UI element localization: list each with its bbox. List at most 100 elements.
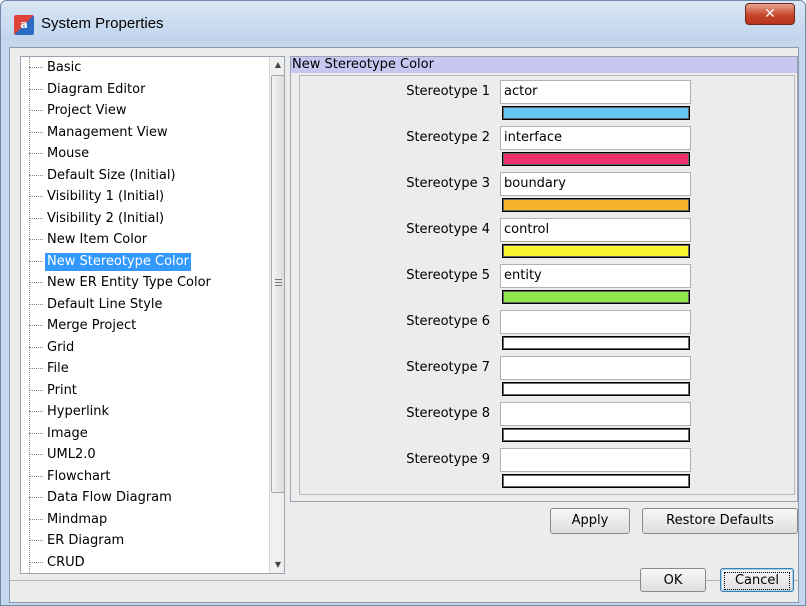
tree-item[interactable]: Management View — [21, 124, 267, 142]
stereotype-name-input[interactable]: entity — [500, 264, 691, 288]
tree-item[interactable]: ER Diagram — [21, 532, 267, 550]
tree-item[interactable]: Project View — [21, 102, 267, 120]
ok-button[interactable]: OK — [640, 568, 706, 592]
tree-connector — [29, 303, 43, 305]
scroll-grip-icon — [275, 279, 282, 286]
tree-connector — [29, 389, 43, 391]
tree-connector — [29, 260, 43, 262]
stereotype-color-swatch[interactable] — [502, 152, 690, 166]
tree-item[interactable]: Hyperlink — [21, 403, 267, 421]
tree-connector — [29, 174, 43, 176]
stereotype-label: Stereotype 3 — [406, 176, 490, 191]
stereotype-color-swatch[interactable] — [502, 198, 690, 212]
tree-item[interactable]: Mouse — [21, 145, 267, 163]
stereotype-color-panel: New Stereotype Color Stereotype 1 actor St… — [290, 56, 798, 502]
tree-connector — [29, 153, 43, 154]
tree-item[interactable]: Merge Project — [21, 317, 267, 335]
tree-item[interactable]: UML2.0 — [21, 446, 267, 464]
tree-connector — [29, 540, 43, 541]
stereotype-name-input[interactable] — [500, 310, 691, 334]
tree-item-label: Image — [47, 425, 88, 441]
title-bar[interactable]: a System Properties ✕ — [1, 1, 805, 41]
tree-item-label: New Item Color — [47, 232, 148, 247]
scroll-up-arrow-icon[interactable]: ▲ — [270, 57, 284, 73]
tree-connector — [29, 282, 43, 283]
tree-item[interactable]: Image — [21, 425, 267, 443]
tree-item-label: Data Flow Diagram — [47, 490, 172, 505]
tree-item[interactable]: Visibility 1 (Initial) — [21, 188, 267, 206]
tree-connector — [29, 432, 43, 434]
close-button[interactable]: ✕ — [745, 3, 795, 25]
tree-item[interactable]: Grid — [21, 339, 267, 357]
stereotype-name-input[interactable]: interface — [500, 126, 691, 150]
tree-item[interactable]: Visibility 2 (Initial) — [21, 210, 267, 228]
stereotype-name-input[interactable]: actor — [500, 80, 691, 104]
tree-item[interactable]: Print — [21, 382, 267, 400]
stereotype-color-swatch[interactable] — [502, 474, 690, 488]
scroll-down-arrow-icon[interactable]: ▼ — [270, 557, 284, 573]
tree-item-label: UML2.0 — [47, 447, 96, 462]
tree-item[interactable]: New ER Entity Type Color — [21, 274, 267, 292]
tree-connector — [29, 346, 43, 348]
tree-item[interactable]: Flowchart — [21, 468, 267, 486]
tree-item-label: Diagram Editor — [47, 81, 146, 97]
dialog-client-area: Basic Diagram Editor Project View Managemen… — [9, 47, 799, 603]
tree-connector — [29, 110, 43, 111]
tree-item-label: Basic — [47, 60, 82, 75]
tree-item[interactable]: New Item Color — [21, 231, 267, 249]
stereotype-label: Stereotype 4 — [406, 222, 490, 237]
stereotype-color-swatch[interactable] — [502, 106, 690, 120]
stereotype-form: Stereotype 1 actor Stereotype 2 interface St… — [299, 75, 795, 495]
stereotype-label: Stereotype 1 — [406, 84, 490, 99]
panel-header: New Stereotype Color — [291, 57, 797, 73]
tree-connector — [29, 475, 43, 477]
scroll-thumb[interactable] — [271, 75, 284, 493]
tree-item[interactable]: Basic — [21, 59, 267, 77]
tree-connector — [29, 497, 43, 498]
tree-item[interactable]: Default Line Style — [21, 296, 267, 314]
tree-item-label: File — [47, 361, 69, 376]
cancel-label: Cancel — [724, 572, 790, 590]
stereotype-color-swatch[interactable] — [502, 336, 690, 350]
tree-item-label: Default Size (Initial) — [47, 167, 176, 183]
tree-connector — [29, 67, 43, 68]
stereotype-color-swatch[interactable] — [502, 244, 690, 258]
restore-defaults-button[interactable]: Restore Defaults — [642, 508, 798, 534]
tree-item[interactable]: Default Size (Initial) — [21, 167, 267, 185]
tree-item-label: Hyperlink — [47, 404, 110, 419]
tree-connector — [29, 518, 43, 520]
stereotype-label: Stereotype 7 — [406, 360, 490, 375]
tree-connector — [29, 325, 43, 326]
stereotype-name-input[interactable] — [500, 356, 691, 380]
cancel-button[interactable]: Cancel — [720, 568, 794, 592]
stereotype-label: Stereotype 6 — [406, 314, 490, 329]
stereotype-color-swatch[interactable] — [502, 428, 690, 442]
tree-item-label: Merge Project — [47, 318, 137, 333]
tree-item[interactable]: Mindmap — [21, 511, 267, 529]
tree-item-label: Print — [47, 382, 77, 398]
tree-scrollbar[interactable]: ▲ ▼ — [269, 57, 284, 573]
tree-item[interactable]: Diagram Editor — [21, 81, 267, 99]
tree-item[interactable]: New Stereotype Color — [21, 252, 267, 271]
stereotype-color-swatch[interactable] — [502, 382, 690, 396]
tree-item-label: New Stereotype Color — [45, 252, 191, 271]
tree-connector — [29, 239, 43, 240]
tree-item[interactable]: CRUD — [21, 554, 267, 572]
window-title: System Properties — [41, 15, 164, 32]
stereotype-name-input[interactable]: boundary — [500, 172, 691, 196]
stereotype-name-input[interactable] — [500, 448, 691, 472]
stereotype-color-swatch[interactable] — [502, 290, 690, 304]
stereotype-name-input[interactable] — [500, 402, 691, 426]
tree-item-label: Grid — [47, 339, 75, 355]
app-logo-icon: a — [14, 15, 34, 35]
tree-item[interactable]: Data Flow Diagram — [21, 489, 267, 507]
tree-item-label: Visibility 2 (Initial) — [47, 210, 165, 226]
stereotype-name-input[interactable]: control — [500, 218, 691, 242]
settings-tree: Basic Diagram Editor Project View Managemen… — [20, 56, 285, 574]
tree-connector — [29, 217, 43, 219]
stereotype-label: Stereotype 2 — [406, 130, 490, 145]
tree-item[interactable]: File — [21, 360, 267, 378]
tree-item-label: Flowchart — [47, 468, 111, 484]
tree-connector — [29, 196, 43, 197]
apply-button[interactable]: Apply — [550, 508, 630, 534]
